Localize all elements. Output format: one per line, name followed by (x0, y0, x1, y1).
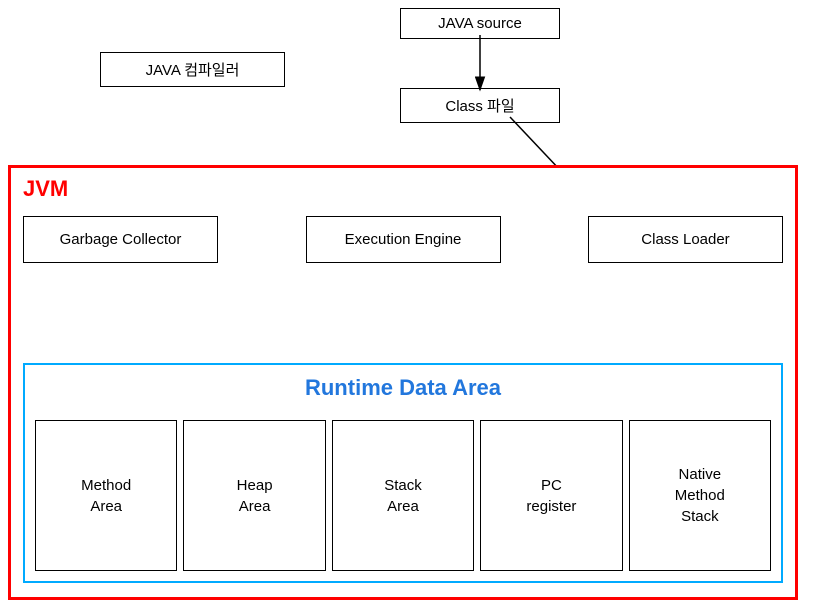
jvm-top-row: Garbage Collector Execution Engine Class… (23, 216, 783, 263)
stack-area-box: StackArea (332, 420, 474, 571)
pc-register-box: PCregister (480, 420, 622, 571)
java-source-label: JAVA source (400, 8, 560, 39)
runtime-boxes: MethodArea HeapArea StackArea PCregister… (35, 420, 771, 571)
java-compiler-label: JAVA 컴파일러 (100, 52, 285, 87)
jvm-label: JVM (23, 176, 68, 202)
execution-engine-box: Execution Engine (306, 216, 501, 263)
native-method-stack-box: NativeMethodStack (629, 420, 771, 571)
page: JAVA source Class 파일 JAVA 컴파일러 JVM (0, 0, 820, 614)
jvm-container: JVM Garbage Collector Execution Engine C… (8, 165, 798, 600)
runtime-container: Runtime Data Area MethodArea HeapArea St… (23, 363, 783, 583)
runtime-label: Runtime Data Area (25, 375, 781, 401)
garbage-collector-box: Garbage Collector (23, 216, 218, 263)
heap-area-box: HeapArea (183, 420, 325, 571)
top-area: JAVA source Class 파일 JAVA 컴파일러 (0, 0, 820, 175)
method-area-box: MethodArea (35, 420, 177, 571)
class-loader-box: Class Loader (588, 216, 783, 263)
class-file-label: Class 파일 (400, 88, 560, 123)
